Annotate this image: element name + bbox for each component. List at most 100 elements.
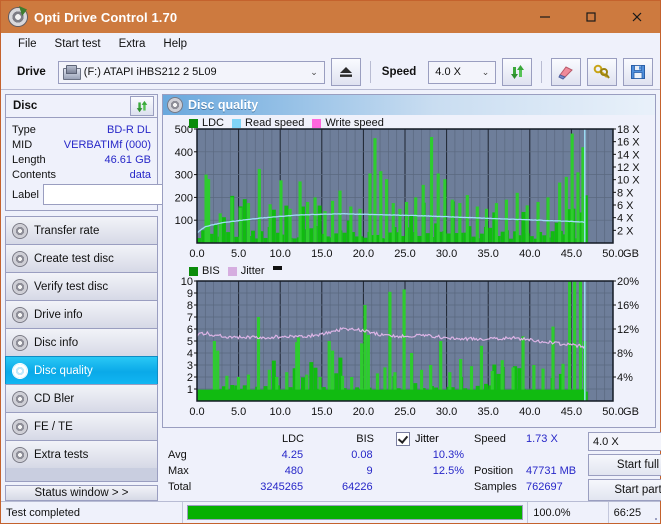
sidebar: Disc Type BD-R DL MID VERBATIMf (000) Le… <box>5 94 246 501</box>
jitter-marker-icon <box>272 266 282 270</box>
svg-text:10: 10 <box>181 276 193 288</box>
resize-grip[interactable] <box>646 502 660 523</box>
svg-text:16 X: 16 X <box>617 137 640 149</box>
run-position-row: Position 47731 MB <box>474 463 582 479</box>
toolbar-divider <box>541 61 543 83</box>
ldc-chart-canvas: 1002003004005002 X4 X6 X8 X10 X12 X14 X1… <box>175 124 641 260</box>
ldc-chart: LDC Read speed Write speed 100 200 300 400 5… <box>163 115 655 265</box>
svg-text:300: 300 <box>175 170 193 182</box>
refresh-button[interactable] <box>502 58 533 86</box>
sidebar-item-cd-bler[interactable]: CD Bler <box>5 384 158 412</box>
speed-select[interactable]: 4.0 X ⌄ <box>428 60 497 84</box>
svg-text:2 X: 2 X <box>617 225 634 237</box>
svg-text:4%: 4% <box>617 372 633 384</box>
sidebar-item-fe-te[interactable]: FE / TE <box>5 412 158 440</box>
stats-max-bis: 9 <box>366 465 373 477</box>
disc-label-label: Label <box>12 188 39 201</box>
svg-text:25.0: 25.0 <box>394 248 415 260</box>
run-samples-label: Samples <box>474 481 517 493</box>
svg-text:35.0: 35.0 <box>477 248 498 260</box>
sidebar-item-transfer-rate[interactable]: Transfer rate <box>5 216 158 244</box>
disc-icon <box>13 307 27 322</box>
title-bar: Opti Drive Control 1.70 <box>1 1 660 33</box>
sidebar-item-label: Disc quality <box>34 364 93 377</box>
svg-text:12%: 12% <box>617 324 639 336</box>
disc-refresh-button[interactable] <box>130 96 154 116</box>
disc-icon <box>13 223 27 238</box>
stats-avg-bis: 0.08 <box>351 449 373 461</box>
svg-text:10.0: 10.0 <box>269 248 290 260</box>
stats-total-ldc: 3245265 <box>260 481 304 493</box>
drive-icon <box>62 65 81 80</box>
start-full-button[interactable]: Start full <box>588 454 661 477</box>
app-disc-icon <box>9 8 27 26</box>
disc-type-label: Type <box>12 123 36 136</box>
run-speed-label: Speed <box>474 433 506 445</box>
menu-help[interactable]: Help <box>154 35 196 53</box>
sidebar-item-verify-test-disc[interactable]: Verify test disc <box>5 272 158 300</box>
svg-text:GB: GB <box>623 406 639 418</box>
nav-list: Transfer rate Create test disc Verify te… <box>5 216 158 482</box>
save-button[interactable] <box>623 58 654 86</box>
status-window-button[interactable]: Status window > > <box>5 485 158 501</box>
svg-text:4: 4 <box>187 348 193 360</box>
sidebar-item-label: Disc info <box>34 336 79 349</box>
jitter-label: Jitter <box>415 433 439 445</box>
main-header: Disc quality <box>162 94 656 115</box>
progress-bar <box>183 502 529 523</box>
disc-panel-header: Disc <box>6 95 157 118</box>
stats-row-avg: Avg 4.25 0.08 10.3% <box>168 447 468 463</box>
drive-label: Drive <box>17 66 46 78</box>
stats-avg-jitter: 10.3% <box>432 449 464 461</box>
svg-text:4 X: 4 X <box>617 213 634 225</box>
stats-row-label: Avg <box>168 449 187 461</box>
svg-text:45.0: 45.0 <box>561 406 582 418</box>
sidebar-item-drive-info[interactable]: Drive info <box>5 300 158 328</box>
chevron-down-icon: ⌄ <box>310 66 318 77</box>
menu-file[interactable]: File <box>9 35 46 53</box>
sidebar-item-extra-tests[interactable]: Extra tests <box>5 440 158 468</box>
disc-icon <box>13 251 27 266</box>
svg-text:25.0: 25.0 <box>394 406 415 418</box>
legend-swatch-write-speed <box>312 118 322 128</box>
svg-text:40.0: 40.0 <box>519 406 540 418</box>
run-spacer <box>474 447 582 463</box>
test-speed-select[interactable]: 4.0 X ⌄ <box>588 432 661 452</box>
eject-button[interactable] <box>330 58 361 86</box>
bis-jitter-chart: BIS Jitter 1 2 3 4 5 6 7 8 9 10 4% 8% 12% 16% 20% 0.0 5.… <box>163 265 655 423</box>
eraser-button[interactable] <box>551 58 582 86</box>
run-info-values: Speed 1.73 X Position 47731 MB Samples 7… <box>474 431 582 501</box>
disc-row-mid: MID VERBATIMf (000) <box>12 137 151 152</box>
svg-text:45.0: 45.0 <box>561 248 582 260</box>
disc-length-value: 46.61 GB <box>104 153 151 166</box>
main-panel: Disc quality LDC Read speed Write speed … <box>162 94 661 501</box>
keys-button[interactable] <box>587 58 618 86</box>
disc-length-label: Length <box>12 153 46 166</box>
svg-text:40.0: 40.0 <box>519 248 540 260</box>
svg-text:8: 8 <box>187 300 193 312</box>
svg-text:6 X: 6 X <box>617 200 634 212</box>
menu-extra[interactable]: Extra <box>110 35 155 53</box>
svg-text:50.0: 50.0 <box>602 248 623 260</box>
sidebar-item-create-test-disc[interactable]: Create test disc <box>5 244 158 272</box>
close-icon[interactable] <box>614 1 660 33</box>
sidebar-item-disc-quality[interactable]: Disc quality <box>5 356 158 384</box>
stats-row-total: Total 3245265 64226 <box>168 479 468 495</box>
drive-select[interactable]: (F:) ATAPI iHBS212 2 5L09 ⌄ <box>57 60 325 84</box>
jitter-checkbox[interactable] <box>396 432 410 446</box>
svg-text:8%: 8% <box>617 348 633 360</box>
start-part-button[interactable]: Start part <box>588 479 661 501</box>
legend-label-jitter: Jitter <box>240 265 265 277</box>
svg-text:1: 1 <box>187 384 193 396</box>
disc-info-rows: Type BD-R DL MID VERBATIMf (000) Length … <box>6 118 246 210</box>
menu-start-test[interactable]: Start test <box>46 35 110 53</box>
drive-select-value: (F:) ATAPI iHBS212 2 5L09 <box>83 66 217 78</box>
maximize-icon[interactable] <box>568 1 614 33</box>
sidebar-item-disc-info[interactable]: Disc info <box>5 328 158 356</box>
stats-header-row: LDC BIS Jitter <box>168 431 468 447</box>
minimize-icon[interactable] <box>522 1 568 33</box>
disc-panel: Disc Type BD-R DL MID VERBATIMf (000) Le… <box>5 94 246 211</box>
disc-icon <box>13 419 27 434</box>
jitter-checkbox-row[interactable]: Jitter <box>396 432 439 446</box>
stats-row-max: Max 480 9 12.5% <box>168 463 468 479</box>
